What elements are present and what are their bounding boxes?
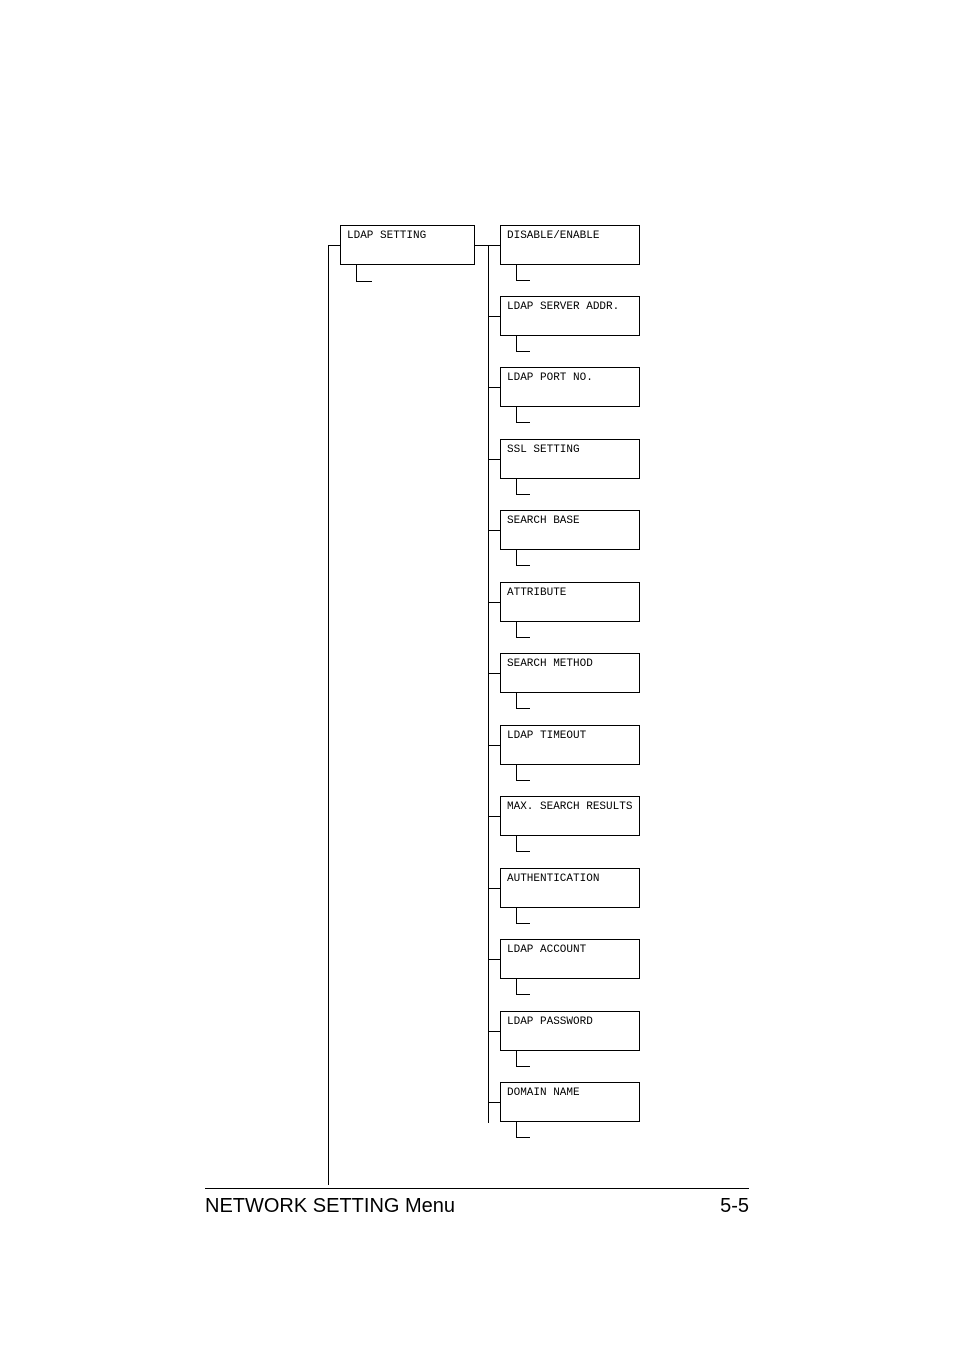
tree-stub [516,265,517,280]
tree-stub [516,407,517,422]
tree-stub [516,479,517,494]
footer-section-title: NETWORK SETTING Menu [205,1195,455,1218]
tree-connector [488,1031,500,1032]
tree-stub [356,265,357,281]
footer-page-number: 5-5 [720,1195,749,1218]
child-node-label: SSL SETTING [507,444,580,456]
tree-stub [516,351,530,352]
child-node-label: LDAP PASSWORD [507,1016,593,1028]
tree-connector [488,316,500,317]
tree-connector [488,673,500,674]
tree-stub [516,851,530,852]
child-node: LDAP PORT NO. [500,367,640,407]
tree-stub [516,994,530,995]
child-node-label: AUTHENTICATION [507,873,599,885]
tree-trunk-children [488,245,489,1123]
tree-stub [516,336,517,351]
child-node-label: DISABLE/ENABLE [507,230,599,242]
tree-stub [516,908,517,923]
tree-stub [516,1051,517,1066]
child-node-label: LDAP ACCOUNT [507,944,586,956]
tree-connector [488,459,500,460]
tree-stub [516,923,530,924]
child-node: SEARCH BASE [500,510,640,550]
child-node: LDAP TIMEOUT [500,725,640,765]
child-node: DISABLE/ENABLE [500,225,640,265]
tree-stub [516,1122,517,1137]
child-node-label: LDAP PORT NO. [507,372,593,384]
root-node-ldap-setting: LDAP SETTING [340,225,475,265]
tree-stub [516,780,530,781]
tree-trunk-left [328,245,329,1185]
tree-stub [516,1137,530,1138]
child-node: LDAP SERVER ADDR. [500,296,640,336]
tree-stub [516,622,517,637]
tree-connector [328,245,340,246]
tree-stub [516,693,517,708]
tree-connector [488,888,500,889]
tree-stub [516,1066,530,1067]
child-node: SEARCH METHOD [500,653,640,693]
child-node: AUTHENTICATION [500,868,640,908]
tree-stub [516,637,530,638]
child-node-label: LDAP TIMEOUT [507,730,586,742]
footer-rule [205,1188,749,1189]
tree-stub [356,281,372,282]
tree-connector [488,1102,500,1103]
tree-connector [488,387,500,388]
child-node-label: LDAP SERVER ADDR. [507,301,619,313]
tree-stub [516,280,530,281]
tree-stub [516,836,517,851]
child-node-label: MAX. SEARCH RESULTS [507,801,632,813]
child-node: MAX. SEARCH RESULTS [500,796,640,836]
tree-stub [516,422,530,423]
tree-stub [516,765,517,780]
child-node: ATTRIBUTE [500,582,640,622]
child-node: DOMAIN NAME [500,1082,640,1122]
tree-connector [488,745,500,746]
tree-connector [488,530,500,531]
root-node-label: LDAP SETTING [347,230,426,242]
child-node-label: ATTRIBUTE [507,587,566,599]
tree-connector [488,602,500,603]
child-node: LDAP PASSWORD [500,1011,640,1051]
page-footer: NETWORK SETTING Menu 5-5 [205,1188,749,1218]
child-node-label: SEARCH BASE [507,515,580,527]
tree-connector [488,816,500,817]
tree-stub [516,494,530,495]
child-node-label: DOMAIN NAME [507,1087,580,1099]
tree-stub [516,979,517,994]
tree-stub [516,565,530,566]
child-node-label: SEARCH METHOD [507,658,593,670]
child-node: LDAP ACCOUNT [500,939,640,979]
child-node: SSL SETTING [500,439,640,479]
tree-stub [516,550,517,565]
tree-stub [516,708,530,709]
tree-connector [488,959,500,960]
